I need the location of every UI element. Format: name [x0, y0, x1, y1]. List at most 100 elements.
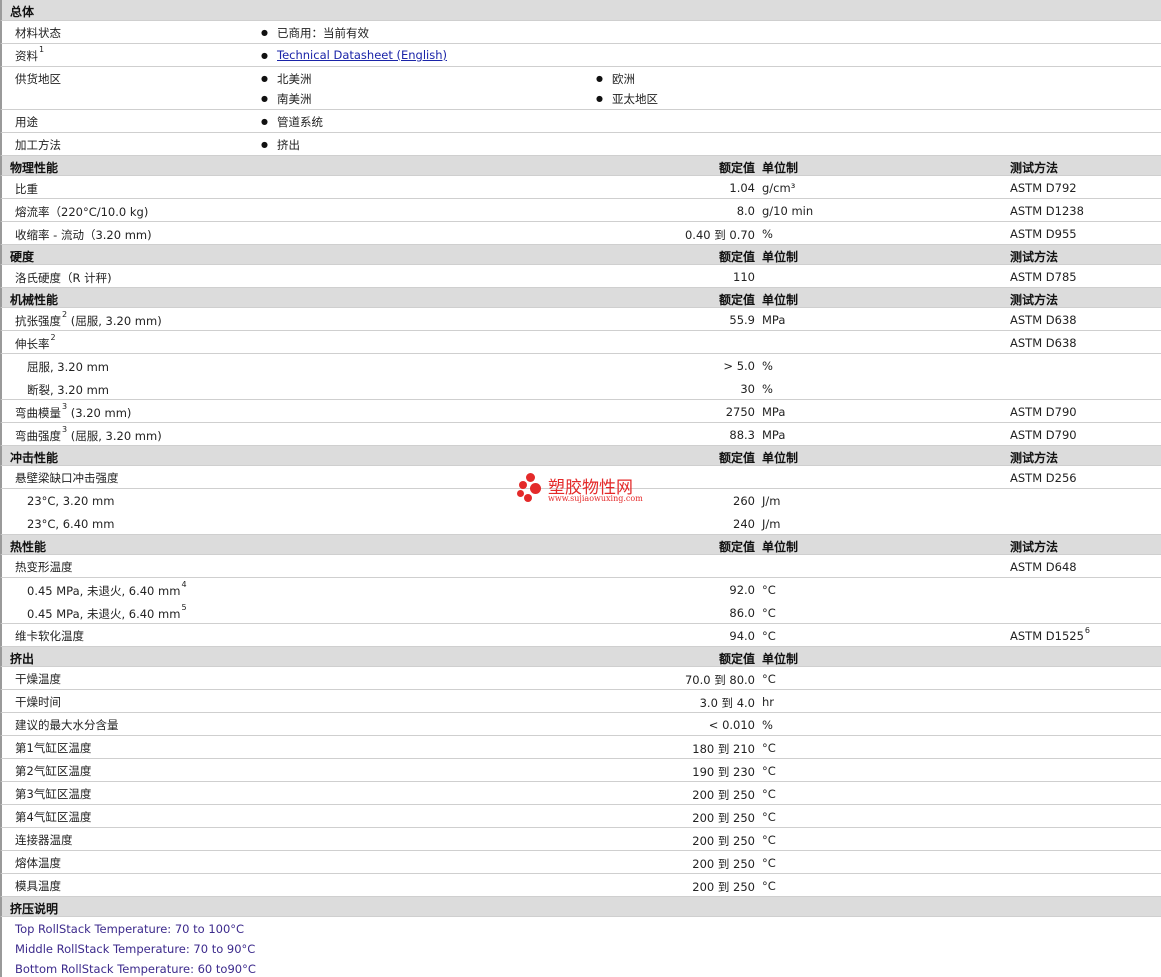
- unit: J/m: [762, 494, 781, 508]
- property-label: 收缩率 - 流动（3.20 mm): [15, 228, 152, 242]
- data-row: 比重 1.04 g/cm³ ASTM D792: [0, 176, 1161, 199]
- data-row: 0.45 MPa, 未退火, 6.40 mm5 86.0 °C: [0, 601, 1161, 624]
- nominal-value: > 5.0: [723, 359, 755, 373]
- property-label: 热变形温度: [15, 560, 73, 574]
- col-header-unit: 单位制: [762, 161, 799, 175]
- property-label: 干燥温度: [15, 672, 61, 686]
- test-method: ASTM D792: [1010, 181, 1077, 195]
- nominal-value: 70.0 到 80.0: [684, 673, 755, 687]
- col-header-value: 额定值: [718, 652, 755, 666]
- unit: MPa: [762, 405, 786, 419]
- data-row: 伸长率2 ASTM D638: [0, 331, 1161, 354]
- nominal-value: 55.9: [729, 313, 755, 327]
- unit: °C: [762, 741, 776, 755]
- nominal-value: < 0.010: [708, 718, 755, 732]
- test-method: ASTM D638: [1010, 336, 1077, 350]
- footnote-ref: 2: [62, 310, 68, 319]
- note-line: Top RollStack Temperature: 70 to 100°C: [15, 922, 245, 936]
- data-row: 模具温度 200 到 250 °C: [0, 874, 1161, 897]
- notes-block: Top RollStack Temperature: 70 to 100°C M…: [0, 917, 1161, 977]
- data-row: 热变形温度 ASTM D648: [0, 555, 1161, 578]
- region-north-america: 北美洲: [261, 71, 312, 87]
- footnote-ref: 4: [181, 580, 187, 589]
- section-title: 冲击性能: [10, 451, 59, 465]
- nominal-value: 240: [733, 517, 755, 531]
- data-row: 0.45 MPa, 未退火, 6.40 mm4 92.0 °C: [0, 578, 1161, 601]
- col-header-value: 额定值: [718, 451, 755, 465]
- unit: °C: [762, 787, 776, 801]
- property-label: 加工方法: [15, 138, 61, 152]
- data-row: 洛氏硬度（R 计秤) 110 ASTM D785: [0, 265, 1161, 288]
- nominal-value: 8.0: [736, 204, 755, 218]
- col-header-value: 额定值: [718, 161, 755, 175]
- section-title: 硬度: [10, 250, 35, 264]
- row-uses: 用途 管道系统: [0, 110, 1161, 133]
- row-availability: 供货地区 北美洲 欧洲 南美洲 亚太地区: [0, 67, 1161, 110]
- test-method: ASTM D1238: [1010, 204, 1084, 218]
- nominal-value: 86.0: [729, 606, 755, 620]
- unit: °C: [762, 856, 776, 870]
- property-label: 材料状态: [15, 26, 61, 40]
- nominal-value: 200 到 250: [692, 857, 755, 871]
- property-label: 弯曲模量3 (3.20 mm): [15, 402, 132, 420]
- unit: %: [762, 382, 773, 396]
- data-row: 熔体温度 200 到 250 °C: [0, 851, 1161, 874]
- nominal-value: 200 到 250: [692, 880, 755, 894]
- unit: MPa: [762, 313, 786, 327]
- property-label: 熔体温度: [15, 856, 61, 870]
- test-method: ASTM D15256: [1010, 626, 1090, 643]
- test-method: ASTM D648: [1010, 560, 1077, 574]
- watermark-logo: 塑胶物性网 www.sujiaowuxing.com: [517, 473, 647, 505]
- section-title: 总体: [10, 5, 35, 19]
- technical-datasheet-link[interactable]: Technical Datasheet (English): [277, 48, 447, 62]
- col-header-unit: 单位制: [762, 451, 799, 465]
- section-header-thermal: 热性能 额定值 单位制 测试方法: [0, 535, 1161, 555]
- data-row: 第2气缸区温度 190 到 230 °C: [0, 759, 1161, 782]
- unit: %: [762, 718, 773, 732]
- logo-dots-icon: [517, 473, 545, 503]
- section-title: 热性能: [10, 540, 47, 554]
- uses-value: 管道系统: [261, 114, 323, 130]
- unit: g/cm³: [762, 181, 796, 195]
- data-row: 屈服, 3.20 mm > 5.0 %: [0, 354, 1161, 377]
- col-header-value: 额定值: [718, 293, 755, 307]
- section-header-hardness: 硬度 额定值 单位制 测试方法: [0, 245, 1161, 265]
- section-header-impact: 冲击性能 额定值 单位制 测试方法: [0, 446, 1161, 466]
- section-header-extrusion: 挤出 额定值 单位制: [0, 647, 1161, 667]
- watermark-url: www.sujiaowuxing.com: [548, 494, 643, 503]
- status-value: 已商用：当前有效: [261, 25, 369, 41]
- property-label: 资料1: [15, 45, 45, 63]
- test-method: ASTM D256: [1010, 471, 1077, 485]
- test-method: ASTM D638: [1010, 313, 1077, 327]
- property-label: 用途: [15, 115, 38, 129]
- note-line: Bottom RollStack Temperature: 60 to90°C: [15, 962, 256, 976]
- unit: g/10 min: [762, 204, 814, 218]
- section-title: 物理性能: [10, 161, 59, 175]
- col-header-unit: 单位制: [762, 250, 799, 264]
- data-row: 断裂, 3.20 mm 30 %: [0, 377, 1161, 400]
- data-row: 23°C, 6.40 mm 240 J/m: [0, 512, 1161, 535]
- unit: °C: [762, 672, 776, 686]
- col-header-unit: 单位制: [762, 293, 799, 307]
- property-label: 0.45 MPa, 未退火, 6.40 mm4: [27, 580, 187, 598]
- property-label: 抗张强度2 (屈服, 3.20 mm): [15, 310, 162, 328]
- unit: °C: [762, 764, 776, 778]
- property-label: 熔流率（220°C/10.0 kg): [15, 205, 149, 219]
- datasheet-bullet: Technical Datasheet (English): [261, 48, 447, 64]
- nominal-value: 180 到 210: [692, 742, 755, 756]
- property-label: 第3气缸区温度: [15, 787, 92, 801]
- data-row: 弯曲强度3 (屈服, 3.20 mm) 88.3 MPa ASTM D790: [0, 423, 1161, 446]
- nominal-value: 30: [740, 382, 755, 396]
- property-label: 维卡软化温度: [15, 629, 84, 643]
- nominal-value: 190 到 230: [692, 765, 755, 779]
- unit: MPa: [762, 428, 786, 442]
- property-label: 悬壁梁缺口冲击强度: [15, 471, 119, 485]
- nominal-value: 92.0: [729, 583, 755, 597]
- property-label: 断裂, 3.20 mm: [27, 383, 109, 397]
- col-header-method: 测试方法: [1010, 161, 1059, 175]
- data-row: 收缩率 - 流动（3.20 mm) 0.40 到 0.70 % ASTM D95…: [0, 222, 1161, 245]
- property-label: 屈服, 3.20 mm: [27, 360, 109, 374]
- region-asia-pacific: 亚太地区: [596, 91, 658, 107]
- processing-value: 挤出: [261, 137, 300, 153]
- footnote-ref: 3: [62, 402, 68, 411]
